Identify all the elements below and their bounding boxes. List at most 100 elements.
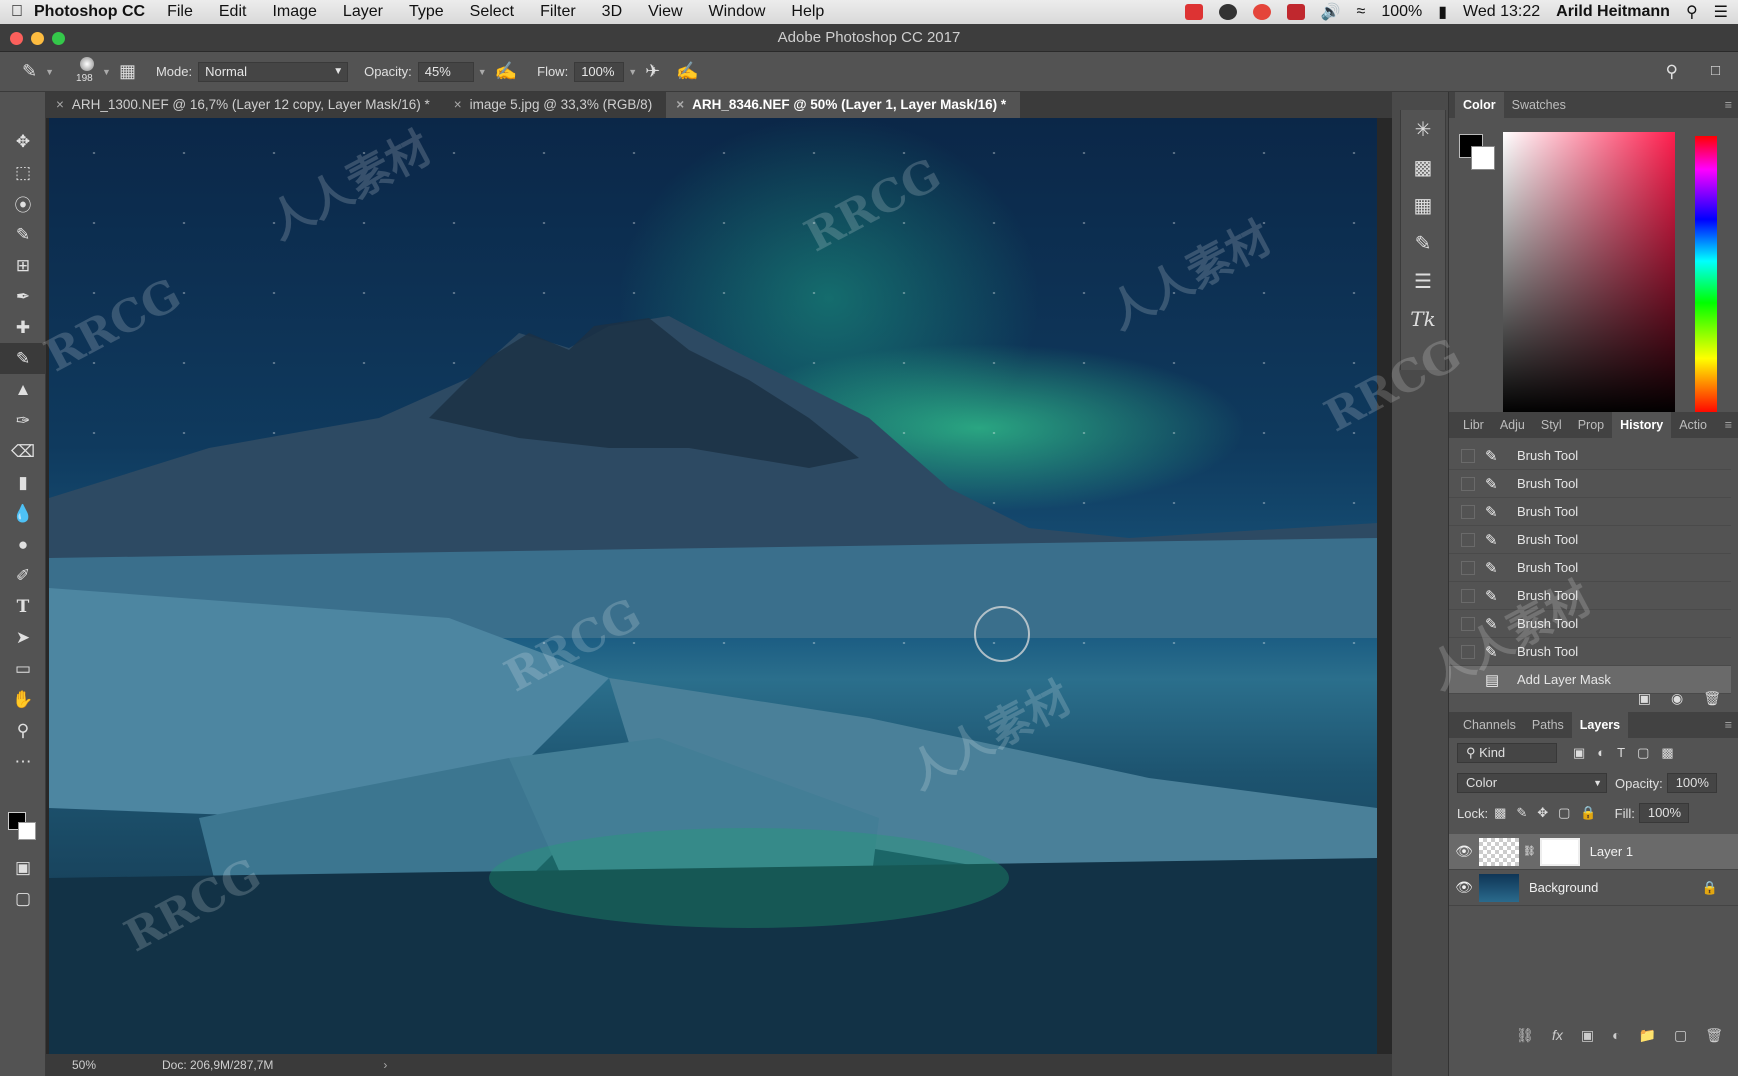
history-checkbox[interactable] bbox=[1461, 644, 1475, 659]
brush-tool-icon[interactable]: ✎ bbox=[0, 343, 46, 374]
clone-stamp-tool-icon[interactable]: ▲ bbox=[0, 374, 46, 405]
zoom-level[interactable]: 50% bbox=[72, 1058, 150, 1072]
panel-menu-icon[interactable]: ≡ bbox=[1725, 712, 1732, 738]
healing-brush-tool-icon[interactable]: ✚ bbox=[0, 312, 46, 343]
workspace-icon[interactable]: □ bbox=[1711, 62, 1720, 79]
menu-filter[interactable]: Filter bbox=[540, 3, 576, 21]
tray-app-icon[interactable] bbox=[1184, 4, 1203, 20]
chevron-down-icon[interactable]: ▼ bbox=[45, 67, 54, 77]
new-document-from-state-icon[interactable]: ▣ bbox=[1638, 690, 1651, 707]
menu-edit[interactable]: Edit bbox=[219, 3, 247, 21]
quick-selection-tool-icon[interactable]: ✎ bbox=[0, 219, 46, 250]
volume-icon[interactable]: 🔊 bbox=[1321, 2, 1341, 22]
menu-window[interactable]: Window bbox=[709, 3, 766, 21]
eyedropper-tool-icon[interactable]: ✒ bbox=[0, 281, 46, 312]
clone-source-icon[interactable]: ▦ bbox=[1401, 186, 1445, 224]
menu-select[interactable]: Select bbox=[470, 3, 514, 21]
adjustments-icon[interactable]: ☰ bbox=[1401, 262, 1445, 300]
trash-icon[interactable]: 🗑 bbox=[1705, 1027, 1723, 1044]
layer-opacity-input[interactable]: 100% bbox=[1666, 773, 1717, 793]
document-tab-active[interactable]: × ARH_8346.NEF @ 50% (Layer 1, Layer Mask… bbox=[666, 92, 1021, 118]
crop-tool-icon[interactable]: ⊞ bbox=[0, 250, 46, 281]
filter-kind-select[interactable]: ⚲ Kind bbox=[1457, 743, 1557, 763]
camera-icon[interactable]: ◉ bbox=[1671, 690, 1683, 707]
apple-icon[interactable]:  bbox=[0, 3, 34, 21]
notification-center-icon[interactable]: ☰ bbox=[1714, 2, 1728, 22]
history-checkbox[interactable] bbox=[1461, 476, 1475, 491]
history-checkbox[interactable] bbox=[1461, 616, 1475, 631]
menu-type[interactable]: Type bbox=[409, 3, 444, 21]
layer-name[interactable]: Background bbox=[1529, 880, 1598, 895]
mode-select[interactable]: Normal ▼ bbox=[198, 61, 349, 82]
layer-row[interactable]: 👁 Background 🔒 bbox=[1449, 870, 1738, 906]
menu-help[interactable]: Help bbox=[791, 3, 824, 21]
mail-icon[interactable] bbox=[1286, 4, 1305, 20]
layer-filter-icons[interactable]: ▣◐T▢▩ bbox=[1573, 745, 1686, 761]
layer-mask-thumbnail[interactable] bbox=[1539, 837, 1580, 866]
eye-icon[interactable]: 👁 bbox=[1449, 879, 1479, 896]
tab-styles[interactable]: Styl bbox=[1533, 412, 1570, 438]
path-selection-tool-icon[interactable]: ➤ bbox=[0, 622, 46, 653]
group-icon[interactable]: 📁 bbox=[1639, 1027, 1656, 1044]
marquee-tool-icon[interactable]: ⬚ bbox=[0, 157, 46, 188]
fill-input[interactable]: 100% bbox=[1638, 803, 1689, 823]
pen-tool-icon[interactable]: ✐ bbox=[0, 560, 46, 591]
pressure-opacity-icon[interactable]: ✍ bbox=[495, 61, 517, 82]
close-icon[interactable]: × bbox=[56, 97, 64, 112]
screen-mode-icon[interactable]: ▢ bbox=[0, 883, 46, 914]
lock-icons[interactable]: ▩✎✥▢🔒 bbox=[1494, 805, 1607, 821]
flow-input[interactable]: 100% bbox=[574, 61, 625, 82]
hand-tool-icon[interactable]: ✋ bbox=[0, 684, 46, 715]
minimize-window-button[interactable] bbox=[31, 32, 44, 45]
panel-menu-icon[interactable]: ≡ bbox=[1725, 92, 1732, 118]
new-layer-icon[interactable]: ▢ bbox=[1674, 1027, 1687, 1044]
opacity-input[interactable]: 45% bbox=[417, 61, 474, 82]
tab-swatches[interactable]: Swatches bbox=[1504, 92, 1574, 118]
zoom-tool-icon[interactable]: ⚲ bbox=[0, 715, 46, 746]
history-checkbox[interactable] bbox=[1461, 560, 1475, 575]
battery-icon[interactable]: ▮ bbox=[1438, 2, 1447, 22]
chevron-right-icon[interactable]: › bbox=[383, 1058, 387, 1072]
airbrush-icon[interactable]: ✈ bbox=[645, 61, 660, 82]
search-icon[interactable]: ⚲ bbox=[1666, 62, 1678, 82]
lasso-tool-icon[interactable]: ⦿ bbox=[0, 188, 46, 219]
wifi-icon[interactable]: ≈ bbox=[1357, 3, 1366, 21]
history-item[interactable]: ✎ Brush Tool bbox=[1449, 582, 1731, 610]
menu-view[interactable]: View bbox=[648, 3, 682, 21]
tab-channels[interactable]: Channels bbox=[1455, 712, 1524, 738]
trash-icon[interactable]: 🗑 bbox=[1703, 690, 1721, 707]
document-tab[interactable]: × image 5.jpg @ 33,3% (RGB/8) bbox=[444, 92, 666, 118]
quick-mask-icon[interactable]: ▣ bbox=[0, 852, 46, 883]
brush-presets-icon[interactable]: ✎ bbox=[1401, 224, 1445, 262]
hue-slider[interactable] bbox=[1695, 136, 1717, 414]
3d-panel-icon[interactable]: ✳ bbox=[1401, 110, 1445, 148]
spotlight-search-icon[interactable]: ⚲ bbox=[1686, 2, 1698, 22]
tray-app-icon-2[interactable] bbox=[1252, 4, 1271, 20]
layer-row[interactable]: 👁 ⛓ Layer 1 bbox=[1449, 834, 1738, 870]
rectangle-tool-icon[interactable]: ▭ bbox=[0, 653, 46, 684]
tab-color[interactable]: Color bbox=[1455, 92, 1504, 118]
move-tool-icon[interactable]: ✥ bbox=[0, 126, 46, 157]
history-brush-tool-icon[interactable]: ✑ bbox=[0, 405, 46, 436]
history-item[interactable]: ✎ Brush Tool bbox=[1449, 470, 1731, 498]
zoom-window-button[interactable] bbox=[52, 32, 65, 45]
aurora-landscape-photo[interactable] bbox=[49, 118, 1377, 1054]
dodge-tool-icon[interactable]: ● bbox=[0, 529, 46, 560]
history-item[interactable]: ✎ Brush Tool bbox=[1449, 526, 1731, 554]
tab-adjustments[interactable]: Adju bbox=[1492, 412, 1533, 438]
clock[interactable]: Wed 13:22 bbox=[1463, 3, 1540, 21]
chevron-down-icon[interactable]: ▼ bbox=[628, 67, 637, 77]
menu-layer[interactable]: Layer bbox=[343, 3, 383, 21]
fx-icon[interactable]: fx bbox=[1552, 1027, 1563, 1043]
history-item[interactable]: ✎ Brush Tool bbox=[1449, 610, 1731, 638]
add-mask-icon[interactable]: ▣ bbox=[1581, 1027, 1594, 1044]
menu-image[interactable]: Image bbox=[272, 3, 316, 21]
tab-history[interactable]: History bbox=[1612, 412, 1672, 438]
color-background-swatch[interactable] bbox=[1471, 146, 1495, 170]
more-tools-icon[interactable]: ⋯ bbox=[0, 746, 46, 777]
history-item[interactable]: ✎ Brush Tool bbox=[1449, 554, 1731, 582]
brush-panel-toggle-icon[interactable]: ▦ bbox=[119, 61, 136, 82]
eye-icon[interactable]: 👁 bbox=[1449, 843, 1479, 860]
user-name[interactable]: Arild Heitmann bbox=[1556, 3, 1670, 21]
history-checkbox[interactable] bbox=[1461, 532, 1475, 547]
